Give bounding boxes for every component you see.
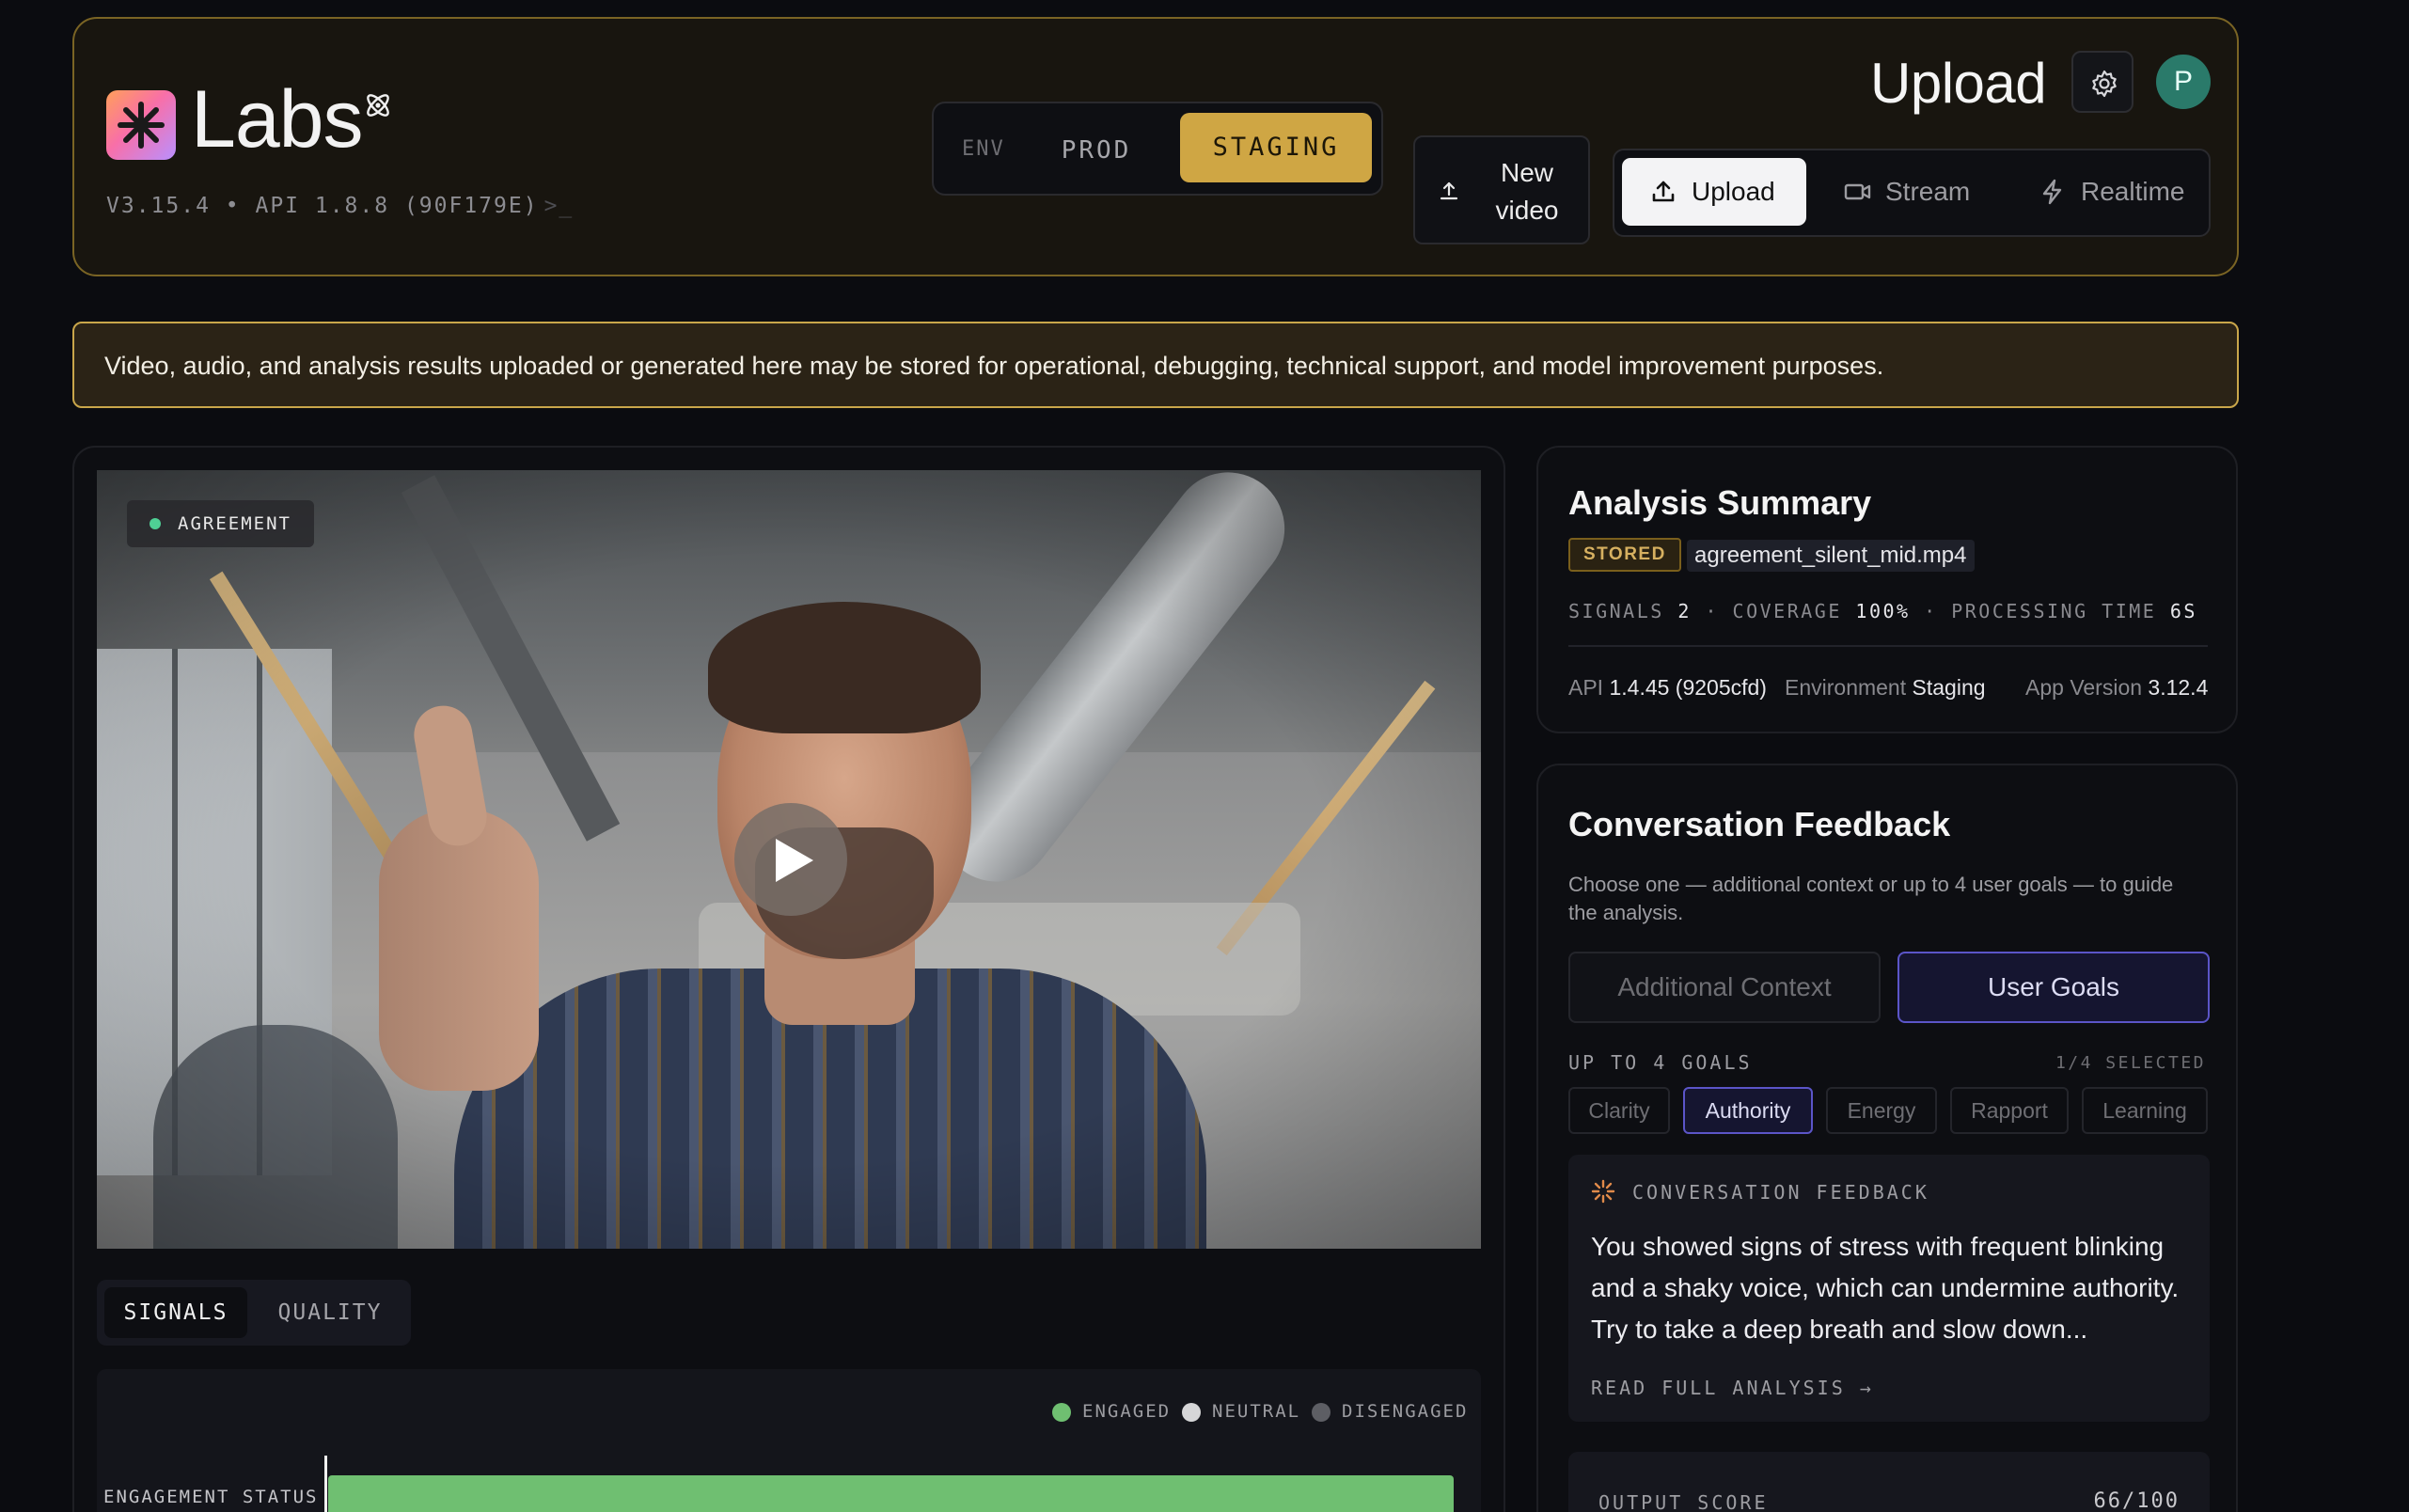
- settings-button[interactable]: [2071, 51, 2133, 113]
- video-camera-icon: [1844, 183, 1871, 200]
- feedback-card: CONVERSATION FEEDBACK You showed signs o…: [1568, 1155, 2210, 1422]
- meta-environment-value: Staging: [1912, 675, 1986, 700]
- goals-selected-count: 1/4 SELECTED: [2055, 1053, 2206, 1073]
- meta-api-value: 1.4.45 (9205cfd): [1609, 675, 1767, 700]
- signals-tabs: SIGNALS QUALITY: [97, 1280, 411, 1346]
- playhead-cursor[interactable]: [324, 1456, 327, 1512]
- legend-disengaged-label: DISENGAGED: [1342, 1401, 1469, 1422]
- legend-engaged-dot: [1052, 1403, 1071, 1422]
- stat-processing-value: 6S: [2169, 600, 2197, 622]
- env-prod-option[interactable]: PROD: [1026, 122, 1167, 179]
- meta-app-label: App Version: [2025, 675, 2143, 700]
- atom-icon: [367, 94, 389, 117]
- tab-quality[interactable]: QUALITY: [257, 1287, 403, 1338]
- play-button[interactable]: [734, 803, 847, 916]
- environment-switch: ENV PROD STAGING: [932, 102, 1383, 196]
- sparkle-icon: [1591, 1179, 1615, 1204]
- score-value: 66/100: [2093, 1489, 2180, 1512]
- additional-context-option[interactable]: Additional Context: [1568, 952, 1881, 1023]
- goal-chip-clarity[interactable]: Clarity: [1568, 1087, 1670, 1134]
- mode-tabs: Upload Stream Realtime: [1613, 149, 2211, 237]
- conversation-feedback-panel: Conversation Feedback Choose one — addit…: [1536, 764, 2238, 1512]
- env-label: ENV: [962, 137, 1005, 161]
- terminal-prompt-icon: >_: [543, 194, 575, 218]
- brand-name: Labs: [191, 74, 363, 165]
- video-label-text: AGREEMENT: [178, 513, 291, 534]
- tab-signals[interactable]: SIGNALS: [104, 1287, 247, 1338]
- summary-stats: SIGNALS 2 · COVERAGE 100% · PROCESSING T…: [1568, 600, 2197, 622]
- stat-processing-label: PROCESSING TIME: [1951, 600, 2157, 622]
- meta-api: API 1.4.45 (9205cfd): [1568, 675, 1767, 701]
- file-name: agreement_silent_mid.mp4: [1687, 540, 1975, 572]
- tab-stream-label: Stream: [1885, 177, 1971, 206]
- version-text: V3.15.4 • API 1.8.8 (90F179E): [106, 194, 539, 218]
- legend-neutral-label: NEUTRAL: [1212, 1401, 1301, 1422]
- tab-upload-label: Upload: [1692, 177, 1775, 206]
- tab-upload[interactable]: Upload: [1622, 158, 1806, 226]
- legend-disengaged-dot: [1312, 1403, 1330, 1422]
- score-card: OUTPUT SCORE 66/100: [1568, 1452, 2210, 1512]
- meta-app-version: App Version 3.12.4: [2025, 675, 2208, 701]
- score-label: OUTPUT SCORE: [1598, 1491, 1769, 1512]
- goal-chip-energy[interactable]: Energy: [1826, 1087, 1937, 1134]
- legend-engaged-label: ENGAGED: [1082, 1401, 1172, 1422]
- summary-title: Analysis Summary: [1568, 483, 1872, 522]
- feedback-description: Choose one — additional context or up to…: [1568, 873, 2174, 924]
- app-logo: [106, 90, 176, 160]
- play-icon: [776, 839, 813, 882]
- user-avatar[interactable]: P: [2156, 55, 2211, 109]
- gear-icon: [2092, 70, 2117, 98]
- meta-environment-label: Environment: [1785, 675, 1907, 700]
- page-title: Upload: [1870, 52, 2047, 115]
- engagement-bar-engaged[interactable]: [328, 1475, 1454, 1512]
- version-info: V3.15.4 • API 1.8.8 (90F179E) >_: [106, 194, 574, 218]
- notice-text: Video, audio, and analysis results uploa…: [104, 352, 1884, 380]
- env-staging-option[interactable]: STAGING: [1180, 113, 1372, 182]
- goal-chip-authority[interactable]: Authority: [1683, 1087, 1813, 1134]
- tab-realtime[interactable]: Realtime: [2013, 158, 2201, 226]
- upload-icon: [1440, 181, 1458, 200]
- divider: [1568, 645, 2208, 647]
- read-full-analysis-link[interactable]: READ FULL ANALYSIS →: [1591, 1377, 1874, 1399]
- video-label-badge: AGREEMENT: [127, 500, 314, 547]
- app-header: Labs V3.15.4 • API 1.8.8 (90F179E) >_ ENV…: [72, 17, 2239, 276]
- legend-neutral: NEUTRAL: [1182, 1401, 1301, 1422]
- tab-stream[interactable]: Stream: [1816, 158, 2004, 226]
- new-video-label: New video: [1495, 158, 1559, 225]
- feedback-card-heading: CONVERSATION FEEDBACK: [1632, 1181, 1929, 1204]
- legend-engaged: ENGAGED: [1052, 1401, 1172, 1422]
- stat-separator: ·: [1924, 600, 1952, 622]
- goal-chip-rapport[interactable]: Rapport: [1950, 1087, 2069, 1134]
- feedback-title: Conversation Feedback: [1568, 805, 1951, 843]
- new-video-button[interactable]: New video: [1413, 135, 1590, 244]
- user-goals-option[interactable]: User Goals: [1897, 952, 2210, 1023]
- lightning-icon: [2042, 179, 2062, 205]
- status-dot: [150, 518, 161, 529]
- legend-neutral-dot: [1182, 1403, 1201, 1422]
- stat-coverage-label: COVERAGE: [1732, 600, 1842, 622]
- feedback-card-text: You showed signs of stress with frequent…: [1591, 1232, 2180, 1344]
- goals-header: UP TO 4 GOALS: [1568, 1051, 1753, 1074]
- stat-signals-label: SIGNALS: [1568, 600, 1664, 622]
- legend-disengaged: DISENGAGED: [1312, 1401, 1469, 1422]
- meta-environment: Environment Staging: [1785, 675, 1986, 701]
- stored-badge: STORED: [1568, 538, 1681, 572]
- data-storage-notice: Video, audio, and analysis results uploa…: [72, 322, 2239, 408]
- tab-realtime-label: Realtime: [2081, 177, 2185, 206]
- meta-app-value: 3.12.4: [2148, 675, 2209, 700]
- upload-icon: [1652, 181, 1675, 202]
- goal-chip-learning[interactable]: Learning: [2082, 1087, 2208, 1134]
- video-player[interactable]: AGREEMENT: [97, 470, 1481, 1249]
- asterisk-logo-icon: [118, 102, 165, 149]
- stat-signals-value: 2: [1677, 600, 1692, 622]
- stat-coverage-value: 100%: [1855, 600, 1911, 622]
- meta-api-label: API: [1568, 675, 1604, 700]
- analysis-summary-panel: Analysis Summary STORED agreement_silent…: [1536, 446, 2238, 733]
- engagement-status-label: ENGAGEMENT STATUS: [103, 1487, 319, 1507]
- engagement-chart: ENGAGED NEUTRAL DISENGAGED ENGAGEMENT ST…: [97, 1369, 1481, 1512]
- stat-separator: ·: [1705, 600, 1733, 622]
